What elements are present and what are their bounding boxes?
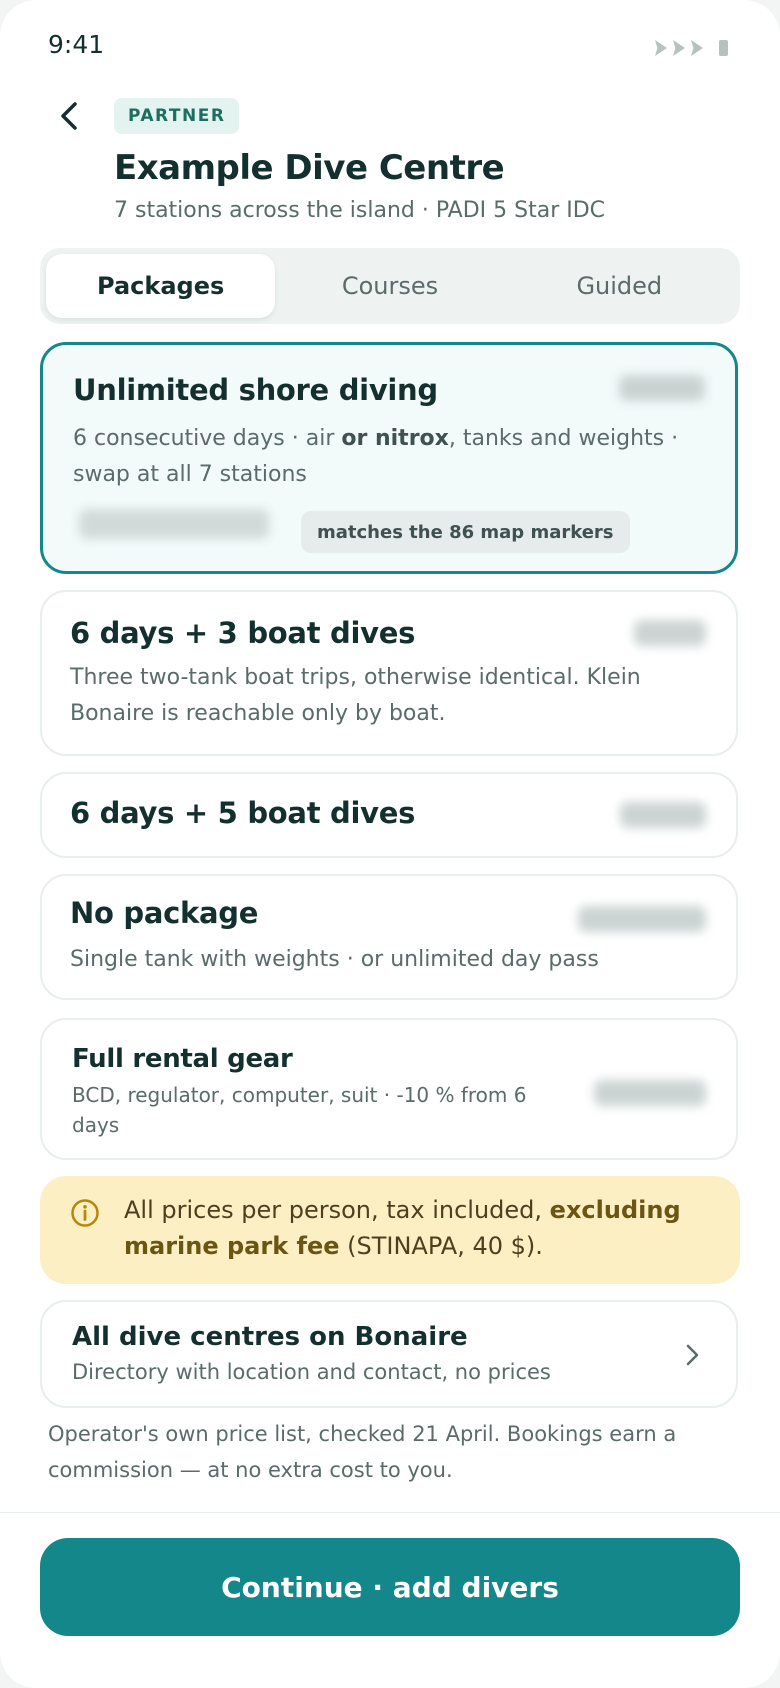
- status-icons: [655, 40, 728, 56]
- chevron-left-icon: [61, 102, 77, 130]
- package-price: [634, 620, 706, 646]
- partner-badge: PARTNER: [114, 98, 240, 134]
- notice-text: All prices per person, tax included, exc…: [124, 1196, 681, 1260]
- package-title: 6 days + 3 boat dives: [70, 616, 416, 650]
- package-description: Three two-tank boat trips, otherwise ide…: [70, 665, 641, 726]
- package-title: Full rental gear: [72, 1044, 293, 1074]
- package-card-no-package[interactable]: No package Single tank with weights · or…: [40, 874, 738, 1000]
- footer-divider: [0, 1512, 780, 1513]
- package-description: BCD, regulator, computer, suit · -10 % f…: [72, 1083, 527, 1137]
- package-title: 6 days + 5 boat dives: [70, 796, 416, 830]
- price-notice: All prices per person, tax included, exc…: [40, 1176, 740, 1284]
- tab-bar: Packages Courses Guided: [40, 248, 740, 324]
- package-card-3-boat-dives[interactable]: 6 days + 3 boat dives Three two-tank boa…: [40, 590, 738, 756]
- package-price: [620, 802, 706, 828]
- package-title: Unlimited shore diving: [73, 373, 438, 407]
- commission-footnote: Operator's own price list, checked 21 Ap…: [48, 1422, 677, 1482]
- tab-courses[interactable]: Courses: [275, 254, 504, 318]
- dive-centre-directory-link[interactable]: All dive centres on Bonaire Directory wi…: [40, 1300, 738, 1408]
- chevron-right-icon: [686, 1344, 699, 1366]
- package-title: No package: [70, 896, 259, 930]
- package-price: [594, 1080, 706, 1106]
- status-time: 9:41: [48, 30, 105, 59]
- package-card-5-boat-dives[interactable]: 6 days + 5 boat dives: [40, 772, 738, 858]
- phone-screen: 9:41 PARTNER Example Dive Centre 7 stati…: [0, 0, 780, 1688]
- signal-icon: [655, 40, 667, 56]
- page-title: Example Dive Centre: [114, 148, 505, 188]
- directory-title: All dive centres on Bonaire: [72, 1322, 468, 1352]
- map-markers-chip: matches the 86 map markers: [301, 511, 630, 553]
- back-button[interactable]: [52, 96, 88, 136]
- package-description: 6 consecutive days · air or nitrox, tank…: [73, 426, 679, 487]
- package-price: [619, 375, 705, 401]
- package-card-unlimited-shore[interactable]: Unlimited shore diving 6 consecutive day…: [40, 342, 738, 574]
- wifi-icon: [673, 40, 685, 56]
- directory-description: Directory with location and contact, no …: [72, 1360, 551, 1384]
- package-card-rental-gear[interactable]: Full rental gear BCD, regulator, compute…: [40, 1018, 738, 1160]
- tab-packages[interactable]: Packages: [46, 254, 276, 318]
- package-price: [578, 906, 706, 932]
- continue-button[interactable]: Continue · add divers: [40, 1538, 740, 1636]
- info-icon: [71, 1199, 99, 1227]
- package-per-day-price: [79, 509, 269, 539]
- tab-guided[interactable]: Guided: [505, 254, 734, 318]
- page-subtitle: 7 stations across the island · PADI 5 St…: [114, 198, 606, 223]
- battery-icon: [719, 40, 728, 56]
- network-icon: [691, 40, 703, 56]
- package-description: Single tank with weights · or unlimited …: [70, 947, 599, 972]
